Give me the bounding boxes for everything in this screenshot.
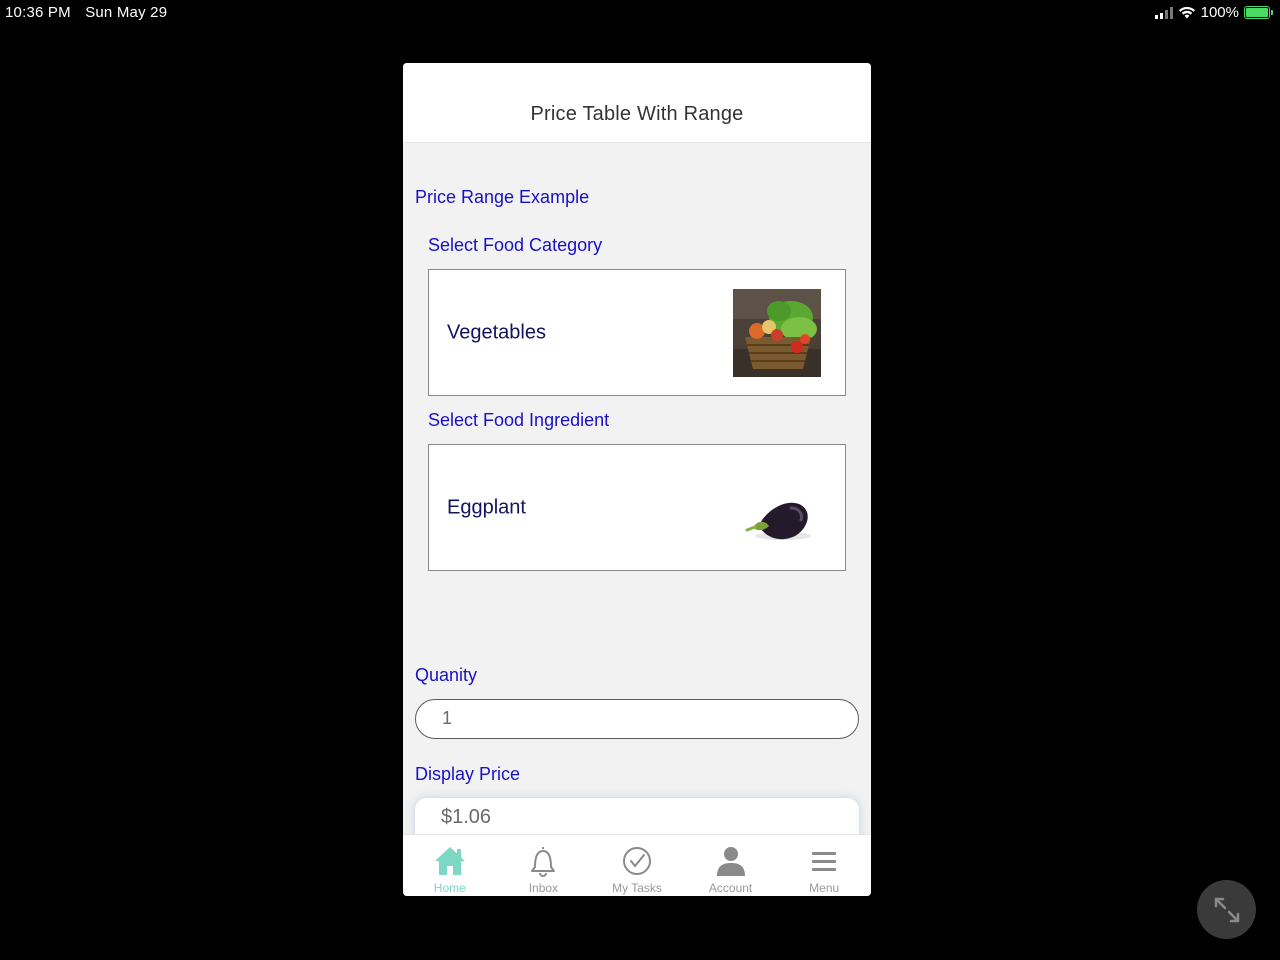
battery-icon bbox=[1244, 6, 1273, 19]
ingredient-value: Eggplant bbox=[447, 496, 526, 518]
status-time: 10:36 PM bbox=[5, 4, 71, 21]
check-circle-icon bbox=[622, 847, 651, 875]
tab-my-tasks-label: My Tasks bbox=[612, 881, 662, 895]
tab-menu-label: Menu bbox=[809, 881, 840, 895]
tab-menu[interactable]: Menu bbox=[777, 835, 871, 896]
tab-account-label: Account bbox=[708, 881, 753, 895]
hamburger-icon bbox=[812, 852, 837, 871]
price-label: Display Price bbox=[415, 764, 521, 784]
page-title: Price Table With Range bbox=[530, 103, 744, 125]
tab-home-label: Home bbox=[433, 881, 466, 895]
ingredient-select[interactable]: Eggplant bbox=[428, 444, 846, 571]
app-window: Price Table With Range Price Range Examp… bbox=[403, 63, 871, 896]
tab-inbox[interactable]: Inbox bbox=[497, 835, 591, 896]
person-icon bbox=[716, 847, 745, 876]
nav-header: Price Table With Range bbox=[403, 63, 871, 143]
tab-home[interactable]: Home bbox=[403, 835, 497, 896]
expand-arrows-icon bbox=[1214, 897, 1239, 922]
status-date: Sun May 29 bbox=[85, 4, 168, 21]
category-select[interactable]: Vegetables bbox=[428, 269, 846, 396]
category-value: Vegetables bbox=[447, 321, 546, 343]
section-title: Price Range Example bbox=[415, 187, 590, 207]
wifi-icon bbox=[1178, 6, 1195, 19]
expand-button[interactable] bbox=[1197, 880, 1256, 939]
bell-icon bbox=[531, 847, 556, 877]
category-label: Select Food Category bbox=[428, 235, 603, 255]
home-icon bbox=[434, 847, 465, 875]
tab-account[interactable]: Account bbox=[684, 835, 778, 896]
status-bar-left: 10:36 PM Sun May 29 bbox=[5, 4, 177, 21]
status-bar-right: 100% bbox=[1154, 4, 1273, 21]
tab-bar: Home Inbox My Tasks Account Menu bbox=[403, 834, 871, 896]
quantity-input[interactable]: 1 bbox=[415, 699, 859, 739]
quantity-label: Quanity bbox=[415, 665, 478, 685]
vegetable-basket-image bbox=[733, 289, 821, 377]
eggplant-image bbox=[745, 502, 811, 540]
tab-inbox-label: Inbox bbox=[528, 881, 559, 895]
battery-percent: 100% bbox=[1200, 4, 1239, 21]
cellular-signal-icon bbox=[1154, 6, 1173, 19]
tab-my-tasks[interactable]: My Tasks bbox=[590, 835, 684, 896]
ingredient-label: Select Food Ingredient bbox=[428, 410, 610, 430]
